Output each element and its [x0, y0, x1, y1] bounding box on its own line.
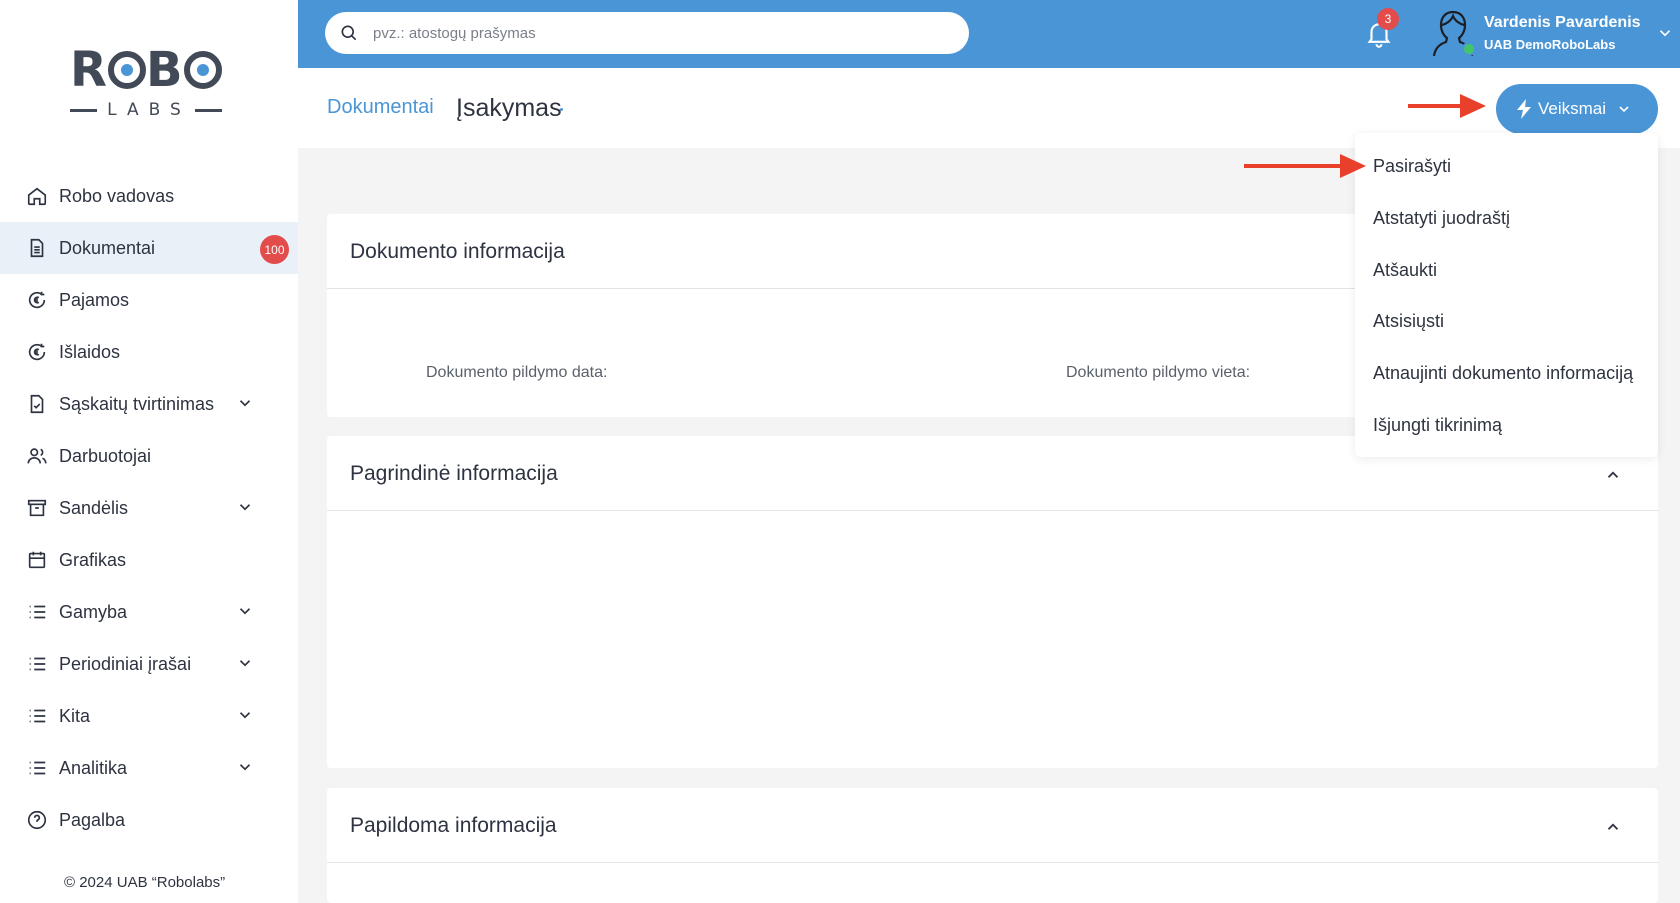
actions-button[interactable]: Veiksmai	[1496, 84, 1658, 134]
sidebar-item-darbuotojai[interactable]: Darbuotojai	[0, 430, 298, 482]
sidebar-item-dokumentai[interactable]: Dokumentai 100	[0, 222, 298, 274]
calendar-icon	[26, 549, 48, 571]
sidebar-item-label: Sandėlis	[59, 497, 129, 518]
chevron-down-icon	[239, 764, 251, 771]
archive-box-icon	[26, 497, 48, 519]
chevron-down-icon	[239, 608, 251, 615]
chevron-up-icon[interactable]	[1604, 466, 1622, 484]
sidebar: RB LABS Robo vadovas Dokumentai 100 Paja…	[0, 0, 298, 903]
user-name[interactable]: Vardenis Pavardenis	[1484, 14, 1641, 32]
chevron-down-icon	[1619, 106, 1629, 113]
search-box[interactable]	[325, 12, 969, 54]
sidebar-item-saskaitu-tvirtinimas[interactable]: Sąskaitų tvirtinimas	[0, 378, 298, 430]
sidebar-item-label: Dokumentai	[59, 237, 156, 258]
online-status-dot	[1462, 42, 1476, 56]
list-icon	[26, 757, 48, 779]
list-icon	[26, 601, 48, 623]
card-title: Dokumento informacija	[350, 240, 565, 263]
copyright-text: © 2024 UAB “Robolabs”	[64, 874, 226, 891]
sidebar-item-pajamos[interactable]: Pajamos	[0, 274, 298, 326]
euro-income-icon	[26, 289, 48, 311]
breadcrumb-dokumentai[interactable]: Dokumentai	[327, 96, 434, 119]
document-check-icon	[26, 393, 48, 415]
chevron-up-icon[interactable]	[1604, 818, 1622, 836]
sidebar-item-analitika[interactable]: Analitika	[0, 742, 298, 794]
loading-dot	[560, 108, 563, 111]
main-info-card: Pagrindinė informacija	[327, 436, 1658, 768]
sidebar-item-label: Gamyba	[59, 601, 128, 622]
logo-subline: LABS	[70, 100, 222, 120]
sidebar-item-label: Periodiniai įrašai	[59, 653, 192, 674]
chevron-down-icon	[239, 712, 251, 719]
euro-expense-icon	[26, 341, 48, 363]
menu-item-atsaukti[interactable]: Atšaukti	[1373, 260, 1437, 281]
home-icon	[26, 185, 48, 207]
sidebar-item-label: Pajamos	[59, 289, 130, 310]
extra-info-card: Papildoma informacija	[327, 788, 1658, 903]
help-circle-icon	[26, 809, 48, 831]
sidebar-item-pagalba[interactable]: Pagalba	[0, 794, 298, 846]
document-icon	[26, 237, 48, 259]
notifications-count-badge: 3	[1377, 8, 1399, 30]
list-icon	[26, 705, 48, 727]
annotation-arrow-icon	[1244, 154, 1366, 178]
sidebar-item-robo-vadovas[interactable]: Robo vadovas	[0, 170, 298, 222]
chevron-down-icon	[239, 504, 251, 511]
sidebar-item-label: Analitika	[59, 757, 128, 778]
fill-date-label: Dokumento pildymo data:	[426, 364, 608, 381]
menu-item-isjungti-tikrinima[interactable]: Išjungti tikrinimą	[1373, 415, 1502, 436]
menu-item-pasirasyti[interactable]: Pasirašyti	[1373, 156, 1451, 177]
divider	[327, 862, 1658, 863]
page-title: Įsakymas	[456, 94, 562, 122]
logo-wordmark: RB	[70, 42, 222, 98]
sidebar-item-islaidos[interactable]: Išlaidos	[0, 326, 298, 378]
sidebar-nav: Robo vadovas Dokumentai 100 Pajamos Išla…	[0, 170, 298, 846]
lightning-icon	[1516, 99, 1531, 119]
menu-item-atsisiusti[interactable]: Atsisiųsti	[1373, 311, 1444, 332]
actions-dropdown-menu: Pasirašyti Atstatyti juodraštį Atšaukti …	[1355, 133, 1658, 457]
card-title: Pagrindinė informacija	[350, 462, 558, 485]
user-company[interactable]: UAB DemoRoboLabs	[1484, 37, 1615, 52]
actions-button-label: Veiksmai	[1537, 99, 1607, 118]
robolabs-logo[interactable]: RB LABS	[68, 42, 228, 122]
divider	[327, 510, 1658, 511]
sidebar-item-sandelis[interactable]: Sandėlis	[0, 482, 298, 534]
sidebar-item-label: Sąskaitų tvirtinimas	[59, 393, 215, 414]
list-icon	[26, 653, 48, 675]
card-title: Papildoma informacija	[350, 814, 557, 837]
sidebar-item-kita[interactable]: Kita	[0, 690, 298, 742]
top-bar: 3 Vardenis Pavardenis UAB DemoRoboLabs	[298, 0, 1680, 68]
sidebar-item-gamyba[interactable]: Gamyba	[0, 586, 298, 638]
chevron-down-icon	[239, 400, 251, 407]
sidebar-item-grafikas[interactable]: Grafikas	[0, 534, 298, 586]
annotation-arrow-icon	[1408, 94, 1486, 118]
sidebar-item-label: Grafikas	[59, 549, 127, 570]
chevron-down-icon[interactable]	[1656, 24, 1674, 42]
chevron-down-icon	[239, 660, 251, 667]
menu-item-atstatyti-juodrasti[interactable]: Atstatyti juodraštį	[1373, 208, 1510, 229]
sidebar-item-label: Darbuotojai	[59, 445, 152, 466]
sidebar-item-label: Išlaidos	[59, 341, 121, 362]
users-icon	[26, 445, 48, 467]
documents-count-badge: 100	[260, 235, 289, 264]
search-icon	[341, 25, 357, 41]
menu-item-atnaujinti-informacija[interactable]: Atnaujinti dokumento informaciją	[1373, 363, 1633, 384]
sidebar-item-label: Kita	[59, 705, 91, 726]
sidebar-item-periodiniai-irasai[interactable]: Periodiniai įrašai	[0, 638, 298, 690]
sidebar-item-label: Pagalba	[59, 809, 126, 830]
fill-place-label: Dokumento pildymo vieta:	[1066, 364, 1251, 381]
sidebar-item-label: Robo vadovas	[59, 185, 175, 206]
search-input[interactable]	[373, 24, 933, 42]
